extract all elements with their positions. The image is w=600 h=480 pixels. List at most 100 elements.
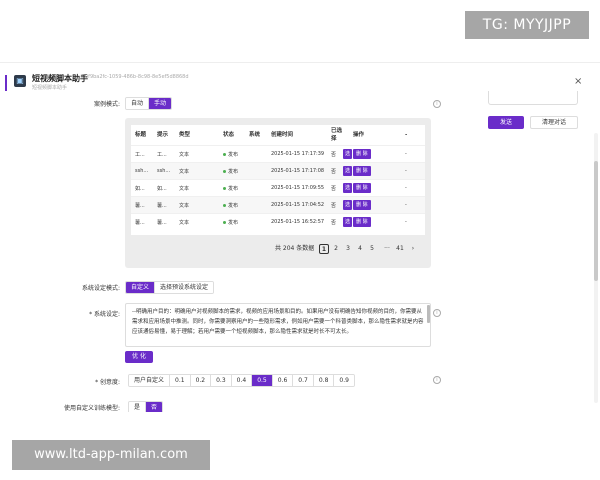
cell-title: 薯...: [135, 220, 145, 226]
cell-type: 文本: [179, 169, 190, 175]
header-status: 状态: [223, 132, 235, 138]
case-mode-auto[interactable]: 自动: [126, 98, 150, 109]
status-dot-icon: [223, 187, 226, 190]
creativity-label: * 创意度:: [95, 379, 120, 386]
creativity-option[interactable]: 0.8: [313, 375, 335, 386]
table-row[interactable]: 如... 如... 文本 发布 2025-01-15 17:09:55 否 选 …: [131, 179, 425, 196]
case-mode-label: 案例模式:: [93, 101, 120, 108]
cell-selected: 否: [331, 203, 337, 209]
cell-created: 2025-01-15 17:09:55: [271, 185, 325, 191]
page-ellipsis[interactable]: ···: [380, 244, 394, 254]
system-mode-custom[interactable]: 自定义: [126, 282, 156, 293]
delete-button[interactable]: 删 除: [353, 183, 371, 193]
cell-title: 薯...: [135, 203, 145, 209]
status-text: 发布: [228, 169, 239, 175]
cell-prompt: ssh...: [157, 168, 171, 174]
cell-extra: -: [405, 185, 407, 191]
custom-model-yes[interactable]: 是: [129, 402, 147, 412]
page: TG: MYYJJPP ▣ 短视频脚本助手 0f9ba2fc-1059-486b…: [0, 0, 600, 480]
status-dot-icon: [223, 170, 226, 173]
info-icon[interactable]: i: [433, 309, 441, 317]
select-button[interactable]: 选: [343, 200, 353, 210]
table-row[interactable]: ssh... ssh... 文本 发布 2025-01-15 17:17:08 …: [131, 162, 425, 179]
cell-created: 2025-01-15 16:52:57: [271, 219, 325, 225]
page-1[interactable]: 1: [319, 244, 329, 254]
header-actions: 操作: [353, 132, 365, 138]
app-logo-icon: ▣: [14, 75, 26, 87]
creativity-option[interactable]: 0.4: [231, 375, 253, 386]
cell-selected: 否: [331, 186, 337, 192]
cell-created: 2025-01-15 17:17:39: [271, 151, 325, 157]
next-page-icon[interactable]: ›: [408, 244, 418, 254]
optimize-button[interactable]: 优 化: [125, 351, 153, 363]
cell-type: 文本: [179, 152, 190, 158]
custom-model-no[interactable]: 否: [146, 402, 163, 412]
cell-type: 文本: [179, 220, 190, 226]
custom-model-toggle[interactable]: 是 否: [128, 401, 164, 412]
creativity-option[interactable]: 0.2: [190, 375, 212, 386]
page-41[interactable]: 41: [395, 244, 405, 254]
close-icon[interactable]: ×: [574, 76, 582, 87]
select-button[interactable]: 选: [343, 183, 353, 193]
cell-prompt: 如...: [157, 186, 167, 192]
select-button[interactable]: 选: [343, 217, 353, 227]
system-mode-preset[interactable]: 选择预设系统设定: [155, 282, 214, 293]
cell-extra: -: [405, 168, 407, 174]
creativity-selector[interactable]: 用户自定义 0.1 0.2 0.3 0.4 0.5 0.6 0.7 0.8 0.…: [128, 374, 355, 387]
cell-selected: 否: [331, 220, 337, 226]
cell-extra: -: [405, 219, 407, 225]
cell-extra: -: [405, 151, 407, 157]
cell-type: 文本: [179, 203, 190, 209]
scrollbar-thumb[interactable]: [594, 161, 598, 281]
custom-model-label: 使用自定义训练模型:: [63, 405, 120, 412]
creativity-option[interactable]: 0.1: [170, 375, 191, 386]
select-button[interactable]: 选: [343, 149, 353, 159]
select-button[interactable]: 选: [343, 166, 353, 176]
system-setting-label: * 系统设定:: [89, 311, 120, 318]
status-text: 发布: [228, 186, 239, 192]
cell-created: 2025-01-15 17:17:08: [271, 168, 325, 174]
watermark-top: TG: MYYJJPP: [465, 11, 589, 39]
textarea-scrollbar[interactable]: [427, 305, 430, 323]
creativity-option-selected[interactable]: 0.5: [252, 375, 273, 386]
delete-button[interactable]: 删 除: [353, 217, 371, 227]
creativity-option[interactable]: 用户自定义: [129, 375, 171, 386]
system-setting-textarea[interactable]: --明确用户目的：明确用户对视频脚本的需求，视频的应用场景和目的。如果用户没有明…: [125, 303, 431, 347]
chat-input[interactable]: [488, 91, 578, 105]
clear-chat-button[interactable]: 清理对话: [530, 116, 578, 129]
case-table: 标题 提示 类型 状态 系统 创建时间 已选择 操作 - 工... 工... 文…: [131, 125, 425, 235]
header-created: 创建时间: [271, 132, 294, 138]
cell-status: 发布: [223, 202, 238, 209]
cell-prompt: 薯...: [157, 220, 167, 226]
creativity-option[interactable]: 0.7: [293, 375, 314, 386]
table-row[interactable]: 薯... 薯... 文本 发布 2025-01-15 16:52:57 否 选 …: [131, 213, 425, 230]
page-2[interactable]: 2: [331, 244, 341, 254]
table-row[interactable]: 工... 工... 文本 发布 2025-01-15 17:17:39 否 选 …: [131, 145, 425, 162]
system-mode-label: 系统设定模式:: [81, 285, 120, 292]
delete-button[interactable]: 删 除: [353, 200, 371, 210]
pagination-total: 共 204 条数据: [275, 245, 315, 252]
cell-prompt: 薯...: [157, 203, 167, 209]
creativity-option[interactable]: 0.9: [334, 375, 354, 386]
cell-selected: 否: [331, 152, 337, 158]
page-3[interactable]: 3: [343, 244, 353, 254]
case-mode-toggle[interactable]: 自动 手动: [125, 97, 173, 110]
creativity-option[interactable]: 0.6: [272, 375, 294, 386]
system-mode-toggle[interactable]: 自定义 选择预设系统设定: [125, 281, 215, 294]
header-selected: 已选择: [331, 128, 343, 142]
send-button[interactable]: 发送: [488, 116, 524, 129]
table-row[interactable]: 薯... 薯... 文本 发布 2025-01-15 17:04:52 否 选 …: [131, 196, 425, 213]
info-icon[interactable]: i: [433, 376, 441, 384]
delete-button[interactable]: 删 除: [353, 149, 371, 159]
status-text: 发布: [228, 220, 239, 226]
case-mode-manual[interactable]: 手动: [149, 98, 172, 109]
info-icon[interactable]: i: [433, 100, 441, 108]
status-text: 发布: [228, 203, 239, 209]
creativity-option[interactable]: 0.3: [211, 375, 232, 386]
page-5[interactable]: 5: [367, 244, 377, 254]
cell-status: 发布: [223, 168, 238, 175]
status-dot-icon: [223, 221, 226, 224]
header-title: 标题: [135, 132, 147, 138]
delete-button[interactable]: 删 除: [353, 166, 371, 176]
page-4[interactable]: 4: [355, 244, 365, 254]
